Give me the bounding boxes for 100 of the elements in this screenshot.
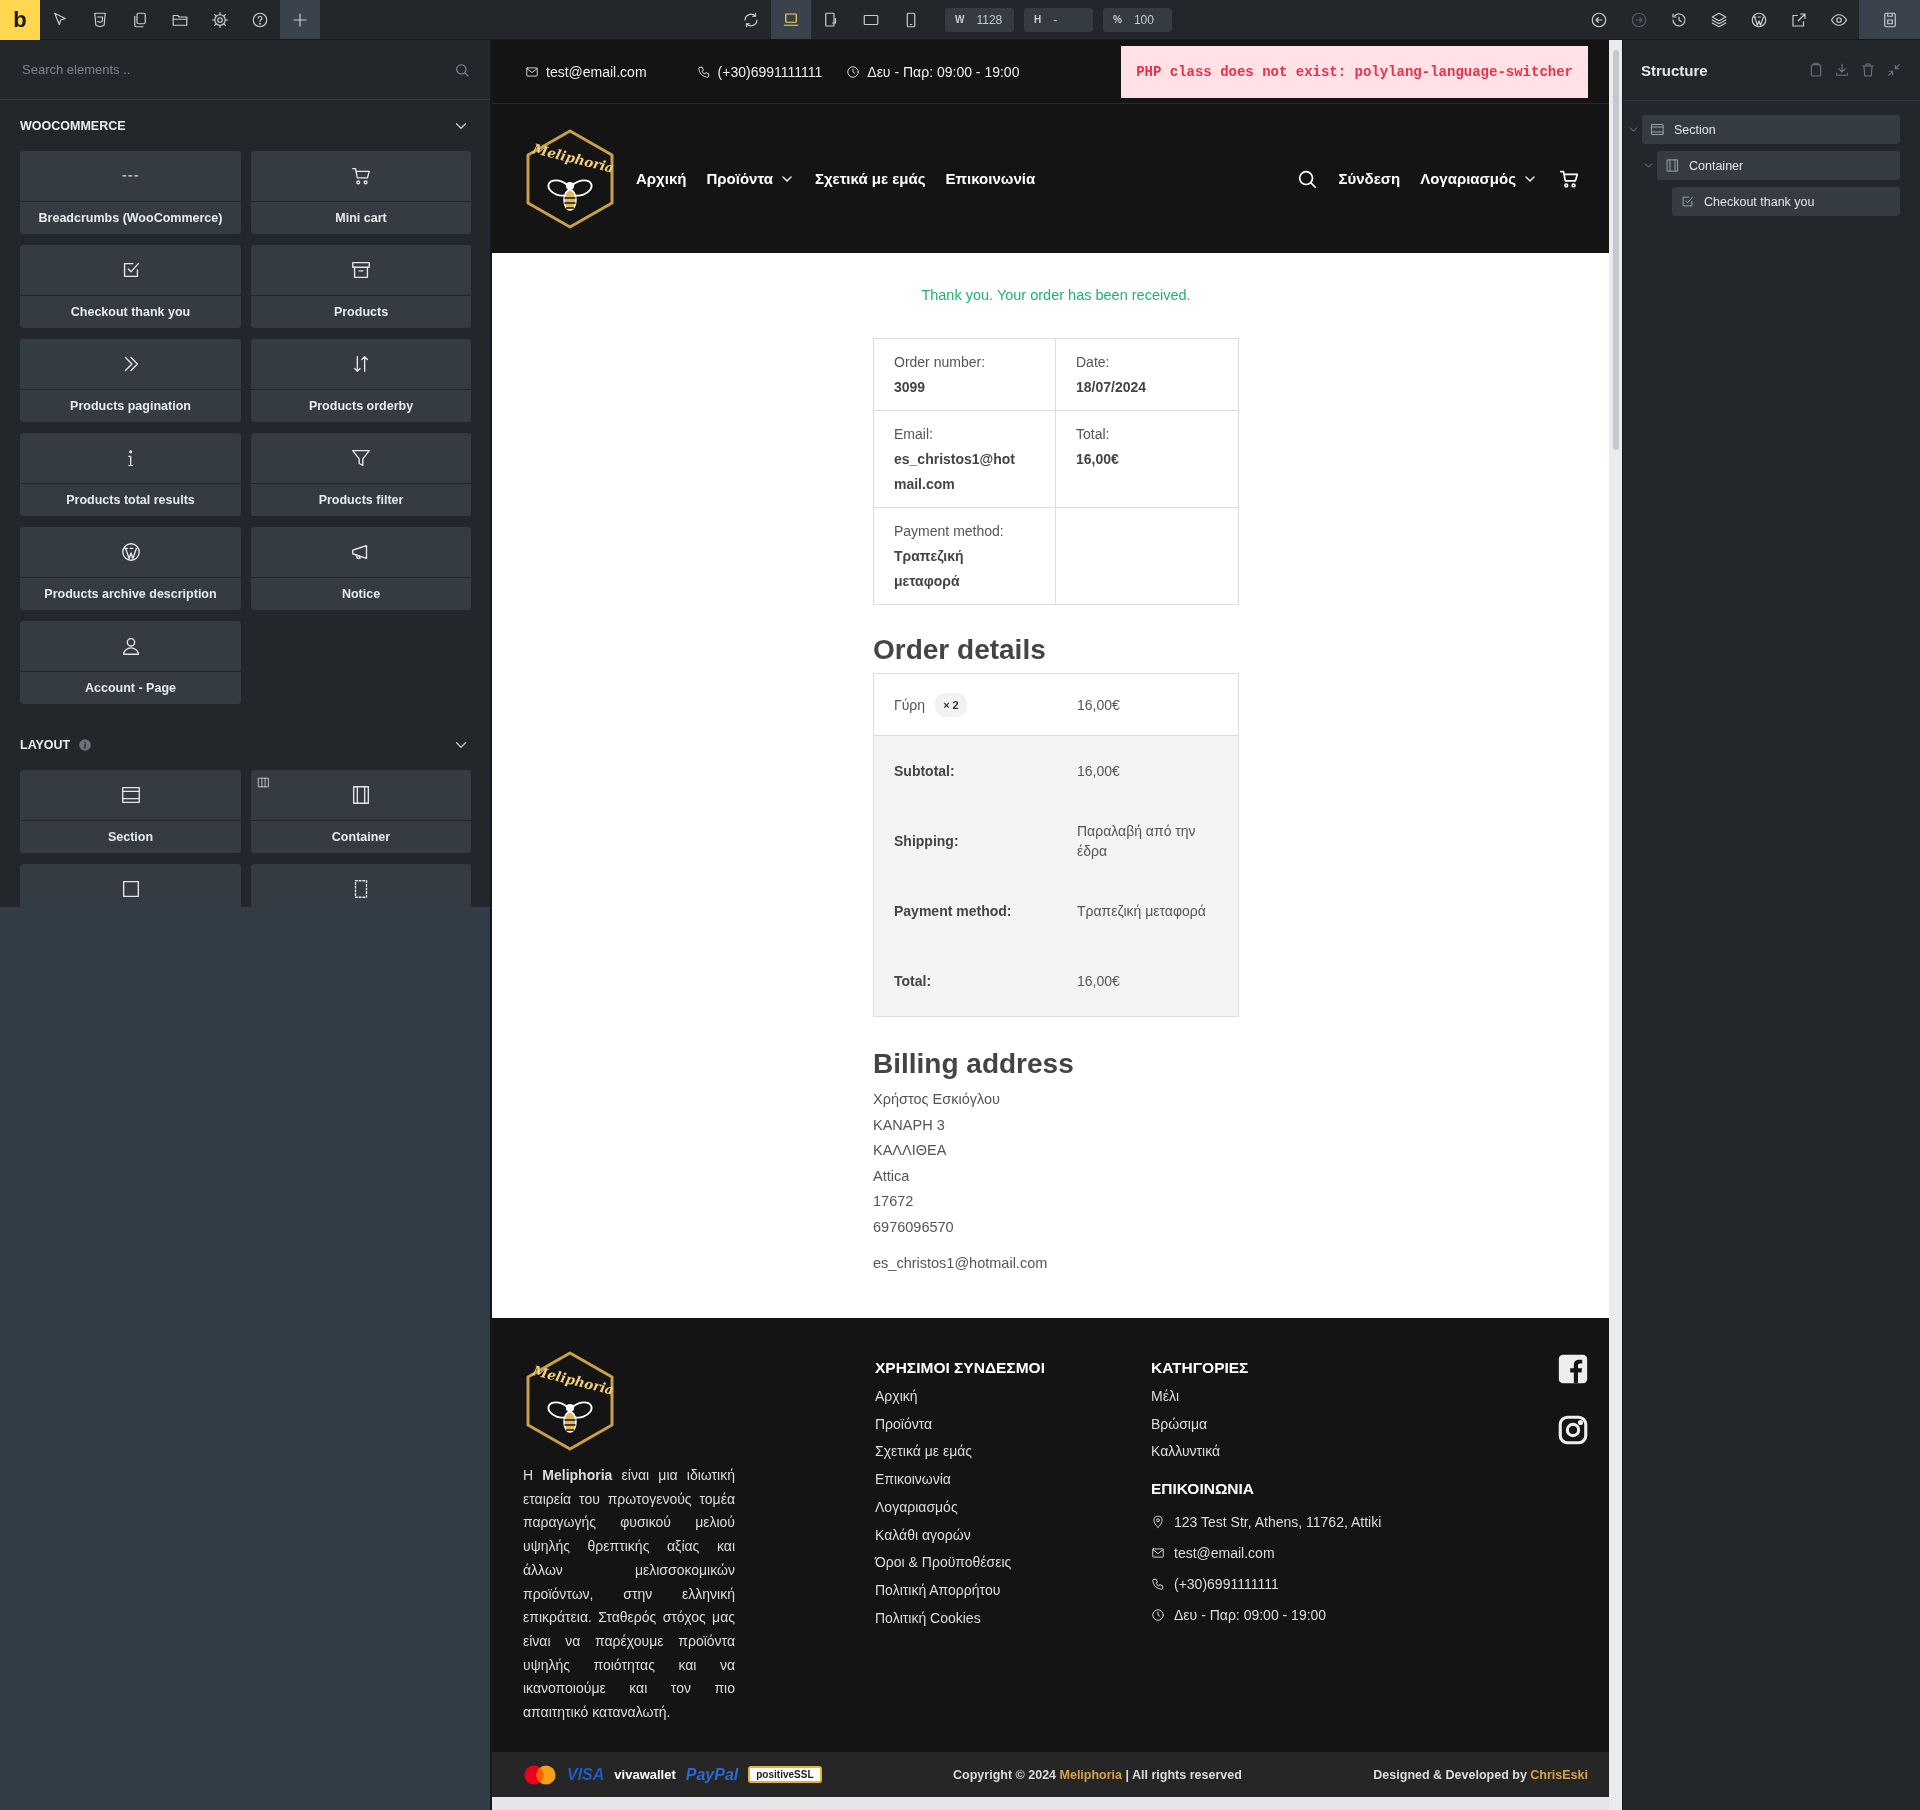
element-card[interactable]: Products bbox=[251, 245, 471, 328]
layers-icon[interactable] bbox=[1710, 10, 1728, 29]
tree-item[interactable]: Checkout thank you bbox=[1672, 187, 1900, 216]
nav-link[interactable]: Αρχική bbox=[636, 170, 687, 187]
app-logo[interactable]: b bbox=[0, 0, 40, 40]
help-icon[interactable] bbox=[251, 10, 269, 29]
footer-link[interactable]: Όροι & Προϋποθέσεις bbox=[875, 1549, 1151, 1577]
line-total: 16,00€ bbox=[1077, 695, 1121, 715]
history-icon[interactable] bbox=[1670, 10, 1688, 29]
group-title: WOOCOMMERCE bbox=[20, 118, 126, 133]
section-icon bbox=[1650, 122, 1665, 137]
location-pin-icon bbox=[1151, 1514, 1165, 1529]
product-name: Γύρη bbox=[894, 695, 926, 715]
contact-text: test@email.com bbox=[546, 63, 647, 80]
save-button[interactable] bbox=[1859, 0, 1920, 39]
quantity-pill: × 2 bbox=[935, 692, 967, 717]
collapse-icon[interactable] bbox=[1886, 62, 1902, 78]
download-icon[interactable] bbox=[1834, 62, 1850, 78]
container-icon bbox=[350, 784, 372, 806]
success-message: Thank you. Your order has been received. bbox=[920, 286, 1192, 305]
contact-text: (+30)6991111111 bbox=[1174, 1575, 1279, 1592]
trash-icon[interactable] bbox=[1860, 62, 1876, 78]
totals-value: Τραπεζική μεταφορά bbox=[1077, 902, 1207, 921]
settings-icon[interactable] bbox=[211, 10, 229, 29]
element-card[interactable]: Products archive description bbox=[20, 527, 241, 610]
about-text: Η Meliphoria είναι μια ιδιωτική εταιρεία του πρωτογενούς τομέα παραγωγής φυσικού μελιού υψηλής θρεπτικής αξίας και άλλων μελισσοκομικών προϊόντων, στην ελληνική επικράτεια. Σταθερός στόχος μας είναι να παρέχουμε προϊόντα υψηλής ποιότητας και να ικανοποιούμε και τον πιο απαιτητικό καταναλωτή. bbox=[523, 1466, 735, 1723]
footer-link[interactable]: Αρχική bbox=[875, 1383, 1151, 1411]
size-field[interactable]: % 100 bbox=[1103, 7, 1172, 32]
clock-icon bbox=[846, 64, 861, 79]
size-field[interactable]: H - bbox=[1024, 7, 1093, 32]
pages-icon[interactable] bbox=[131, 10, 149, 29]
address-line: Χρήστος Εσκιόγλου bbox=[873, 1090, 1001, 1109]
totals-value: 16,00€ bbox=[1077, 972, 1121, 991]
category-link[interactable]: Βρώσιμα bbox=[1151, 1410, 1556, 1439]
footer-link[interactable]: Πολιτική Cookies bbox=[875, 1604, 1151, 1633]
section-heading: Order details bbox=[873, 633, 1047, 667]
login-link[interactable]: Σύνδεση bbox=[1338, 170, 1401, 187]
footer-link[interactable]: Πολιτική Απορρήτου bbox=[875, 1576, 1151, 1605]
footer-link[interactable]: Λογαριασμός bbox=[875, 1493, 1151, 1522]
ssl-badge: positiveSSL bbox=[748, 1766, 822, 1783]
field-label: Payment method: bbox=[894, 522, 1005, 541]
scrollbar[interactable] bbox=[492, 1797, 1609, 1810]
wordpress-icon[interactable] bbox=[1750, 10, 1768, 29]
field-value: Τραπεζική μεταφορά bbox=[894, 547, 965, 591]
size-field[interactable]: W 1128 bbox=[945, 7, 1014, 32]
footer-link[interactable]: Καλάθι αγορών bbox=[875, 1521, 1151, 1550]
instagram-icon[interactable] bbox=[1556, 1413, 1590, 1447]
nav-link[interactable]: Επικοινωνία bbox=[945, 170, 1036, 187]
mail-icon bbox=[525, 64, 539, 79]
element-card[interactable]: Container bbox=[251, 770, 471, 853]
nav-link[interactable]: Προϊόντα bbox=[706, 170, 795, 187]
element-card[interactable]: Breadcrumbs (WooCommerce) bbox=[20, 151, 241, 234]
scrollbar[interactable] bbox=[1609, 40, 1622, 1810]
external-link-icon[interactable] bbox=[1790, 10, 1808, 29]
element-card[interactable]: Mini cart bbox=[251, 151, 471, 234]
field-label: Order number: bbox=[894, 353, 987, 372]
paypal-logo: PayPal bbox=[685, 1765, 739, 1784]
shield-icon[interactable] bbox=[91, 10, 109, 29]
clipboard-icon[interactable] bbox=[1808, 62, 1824, 78]
field-value: 3099 bbox=[894, 378, 927, 397]
element-card[interactable]: Products total results bbox=[20, 433, 241, 516]
contact-text: (+30)6991111111 bbox=[717, 63, 823, 80]
field-label: Total: bbox=[1076, 425, 1111, 444]
undo-icon[interactable] bbox=[1590, 10, 1608, 29]
element-card[interactable]: Account - Page bbox=[20, 621, 241, 704]
category-link[interactable]: Καλλυντικά bbox=[1151, 1438, 1556, 1467]
footer-link[interactable]: Σχετικά με εμάς bbox=[875, 1438, 1151, 1467]
footer-link[interactable]: Προϊόντα bbox=[875, 1410, 1151, 1439]
element-card[interactable]: Products orderby bbox=[251, 339, 471, 422]
vivawallet-logo: vivawallet bbox=[614, 1767, 676, 1782]
refresh-icon[interactable] bbox=[742, 10, 760, 29]
tree-item[interactable]: Container bbox=[1657, 151, 1900, 180]
element-card[interactable]: Products pagination bbox=[20, 339, 241, 422]
element-card[interactable]: Notice bbox=[251, 527, 471, 610]
section-heading: Billing address bbox=[873, 1047, 1075, 1081]
totals-label: Shipping: bbox=[894, 832, 959, 851]
element-card[interactable]: Section bbox=[20, 770, 241, 853]
error-message: PHP class does not exist: polylang-language-switcher bbox=[1121, 45, 1588, 98]
filter-icon bbox=[350, 447, 372, 469]
address-line: 6976096570 bbox=[873, 1217, 955, 1237]
credit-text: Designed & Developed by ChrisEski bbox=[1373, 1767, 1588, 1782]
dashes-icon bbox=[122, 174, 139, 178]
facebook-icon[interactable] bbox=[1556, 1352, 1590, 1386]
totals-value: 16,00€ bbox=[1077, 762, 1121, 781]
nav-link[interactable]: Σχετικά με εμάς bbox=[814, 170, 926, 187]
account-menu[interactable]: Λογαριασμός bbox=[1420, 170, 1538, 187]
copyright-text: Copyright © 2024 Meliphoria | All rights reserved bbox=[953, 1767, 1242, 1782]
group-title: LAYOUT bbox=[20, 737, 71, 752]
footer-heading: ΕΠΙΚΟΙΝΩΝΙΑ bbox=[1151, 1480, 1255, 1499]
laptop-button[interactable] bbox=[771, 0, 811, 39]
footer-link[interactable]: Επικοινωνία bbox=[875, 1466, 1151, 1494]
laptop-icon[interactable] bbox=[782, 10, 800, 29]
totals-label: Total: bbox=[894, 972, 932, 991]
category-link[interactable]: Μέλι bbox=[1151, 1383, 1556, 1411]
element-card[interactable]: Products filter bbox=[251, 433, 471, 516]
element-card[interactable]: Checkout thank you bbox=[20, 245, 241, 328]
search-field[interactable]: Search elements .. bbox=[20, 61, 454, 78]
tree-item[interactable]: Section bbox=[1642, 115, 1900, 144]
checkbox-icon bbox=[1680, 194, 1695, 209]
totals-value: Παραλαβή από την έδρα bbox=[1077, 822, 1197, 861]
